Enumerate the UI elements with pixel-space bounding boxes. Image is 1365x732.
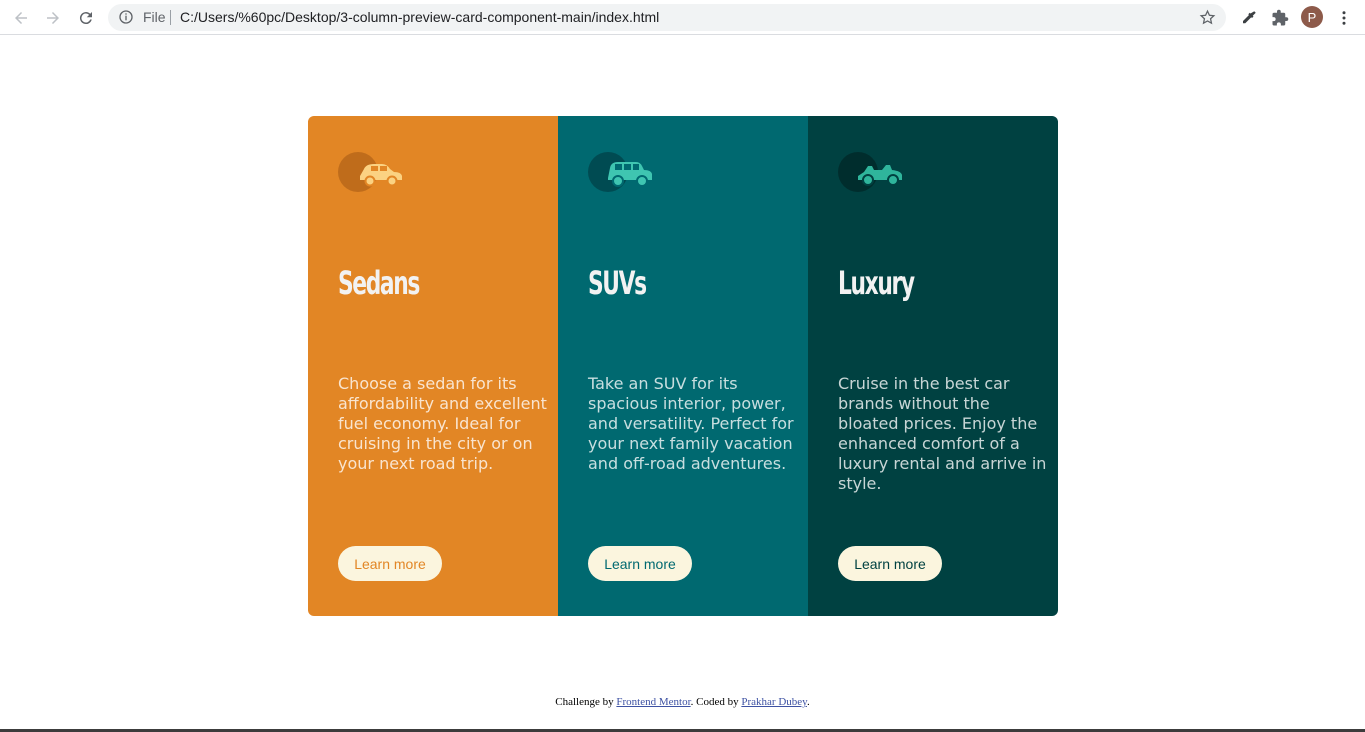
file-label: File bbox=[143, 9, 166, 25]
eyedropper-extension-button[interactable] bbox=[1239, 8, 1259, 28]
browser-toolbar: File C:/Users/%60pc/Desktop/3-column-pre… bbox=[0, 0, 1365, 35]
eyedropper-icon bbox=[1243, 11, 1256, 24]
kebab-menu-icon bbox=[1342, 11, 1346, 25]
extensions-button[interactable] bbox=[1270, 8, 1290, 28]
star-icon[interactable] bbox=[1199, 9, 1216, 26]
card-description: Choose a sedan for its affordability and… bbox=[338, 374, 547, 473]
attribution-middle: . Coded by bbox=[690, 696, 742, 708]
reload-icon bbox=[79, 12, 92, 25]
arrow-right-icon bbox=[47, 12, 59, 24]
card-description: Take an SUV for its spacious interior, p… bbox=[588, 374, 794, 473]
reload-button[interactable] bbox=[74, 6, 98, 30]
browser-menu-button[interactable] bbox=[1334, 8, 1354, 28]
card-description: Cruise in the best car brands without th… bbox=[838, 374, 1047, 493]
card-title: Sedans bbox=[338, 264, 420, 302]
url-text[interactable]: C:/Users/%60pc/Desktop/3-column-preview-… bbox=[180, 9, 659, 25]
back-button[interactable] bbox=[9, 6, 33, 30]
learn-more-button[interactable]: Learn more bbox=[338, 546, 442, 581]
attribution: Challenge by Frontend Mentor. Coded by P… bbox=[0, 696, 1365, 708]
info-icon[interactable] bbox=[118, 9, 134, 25]
puzzle-icon bbox=[1272, 9, 1289, 26]
arrow-left-icon bbox=[15, 12, 27, 24]
card-luxury: Luxury Cruise in the best car brands wit… bbox=[808, 116, 1058, 616]
learn-more-button[interactable]: Learn more bbox=[838, 546, 942, 581]
learn-more-button[interactable]: Learn more bbox=[588, 546, 692, 581]
card-title: SUVs bbox=[588, 264, 647, 302]
attribution-suffix: . bbox=[806, 696, 810, 708]
suv-icon bbox=[588, 152, 652, 192]
attribution-prefix: Challenge by bbox=[555, 696, 617, 708]
sedan-icon bbox=[338, 152, 402, 192]
forward-button[interactable] bbox=[41, 6, 65, 30]
card-title: Luxury bbox=[838, 264, 915, 302]
frontend-mentor-link[interactable]: Frontend Mentor bbox=[616, 696, 690, 708]
card-sedans: Sedans Choose a sedan for its affordabil… bbox=[308, 116, 558, 616]
profile-avatar[interactable]: P bbox=[1301, 6, 1323, 28]
address-bar[interactable]: File C:/Users/%60pc/Desktop/3-column-pre… bbox=[108, 4, 1226, 31]
luxury-car-icon bbox=[838, 152, 902, 192]
address-separator bbox=[170, 10, 171, 25]
card-suvs: SUVs Take an SUV for its spacious interi… bbox=[558, 116, 808, 616]
cards-container: Sedans Choose a sedan for its affordabil… bbox=[308, 116, 1058, 616]
author-link[interactable]: Prakhar Dubey bbox=[741, 696, 807, 708]
